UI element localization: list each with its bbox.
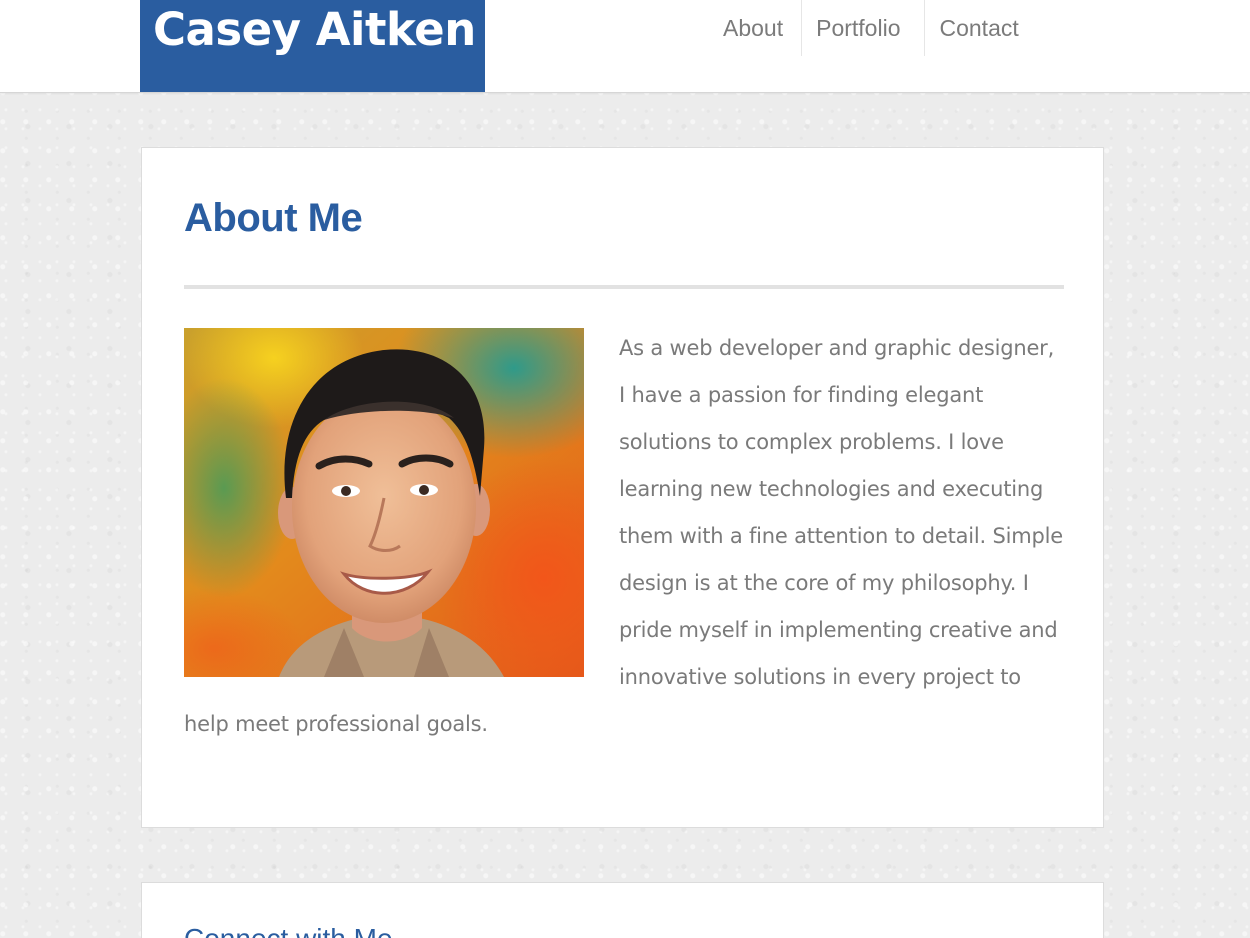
connect-title: Connect with Me <box>184 923 393 938</box>
main-nav: About Portfolio Contact <box>705 0 1019 56</box>
about-title: About Me <box>184 196 363 240</box>
about-card: About Me As a web developer and graphic … <box>141 147 1104 828</box>
nav-link-about[interactable]: About <box>705 0 801 56</box>
nav-link-portfolio[interactable]: Portfolio <box>801 0 924 56</box>
connect-card: Connect with Me <box>141 882 1104 938</box>
site-logo[interactable]: Casey Aitken <box>140 0 485 92</box>
nav-link-contact[interactable]: Contact <box>924 0 1019 56</box>
title-divider <box>184 285 1064 289</box>
about-body: As a web developer and graphic designer,… <box>184 325 1064 748</box>
site-header: Casey Aitken About Portfolio Contact <box>0 0 1250 93</box>
profile-photo <box>184 328 584 677</box>
